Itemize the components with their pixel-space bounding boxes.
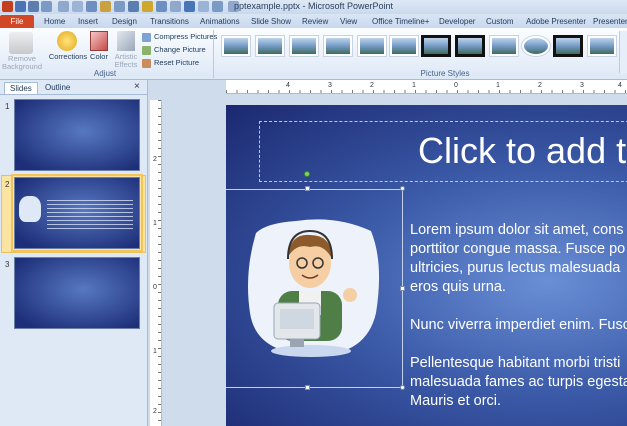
rotation-handle[interactable] — [304, 171, 310, 177]
ruler-number: 1 — [496, 82, 500, 89]
ruler-number: 0 — [454, 82, 458, 89]
slides-pane: Slides Outline × 1 2 3 — [0, 80, 148, 426]
gallery-scroll[interactable] — [619, 31, 627, 73]
tab-adobe-presenter[interactable]: Adobe Presenter — [526, 15, 586, 28]
picture-style-soft-edge[interactable] — [255, 35, 285, 57]
ruler-number: 0 — [153, 284, 157, 291]
picture-style-oval[interactable] — [521, 35, 551, 57]
color-icon — [90, 31, 108, 51]
body-line[interactable]: Pellentesque habitant morbi tristi — [410, 354, 620, 373]
body-line[interactable]: porttitor congue massa. Fusce po — [410, 240, 625, 259]
tab-custom[interactable]: Custom — [486, 15, 514, 28]
artistic-effects-icon — [117, 31, 135, 51]
ruler-number: 1 — [153, 220, 157, 227]
body-line[interactable]: malesuada fames ac turpis egesta — [410, 373, 627, 392]
resize-handle[interactable] — [305, 186, 310, 191]
remove-background-button[interactable]: Remove Background — [1, 55, 43, 71]
resize-handle[interactable] — [400, 186, 405, 191]
ruler-number: 3 — [580, 82, 584, 89]
tab-insert[interactable]: Insert — [78, 15, 98, 28]
ruler-number: 4 — [618, 82, 622, 89]
picture-selection-frame — [226, 189, 403, 388]
remove-background-icon — [9, 32, 33, 54]
window-title: pptexample.pptx - Microsoft PowerPoint — [233, 1, 394, 11]
slide-thumbnail-2[interactable] — [11, 174, 143, 252]
tab-transitions[interactable]: Transitions — [150, 15, 189, 28]
change-picture-icon — [142, 45, 151, 55]
title-placeholder[interactable]: Click to add ti — [259, 121, 627, 182]
ruler-number: 3 — [328, 82, 332, 89]
pane-divider — [0, 94, 148, 95]
picture-style-moderate-frame[interactable] — [587, 35, 617, 57]
reset-picture-button[interactable]: Reset Picture — [142, 57, 199, 68]
tab-office-timeline[interactable]: Office Timeline+ — [372, 15, 429, 28]
slide-title[interactable]: Click to add ti — [418, 130, 627, 172]
ruler-number: 2 — [153, 408, 157, 415]
slide-thumbnail-3[interactable] — [14, 257, 140, 329]
title-bar: pptexample.pptx - Microsoft PowerPoint — [0, 0, 627, 14]
thumbnail-picture — [19, 196, 41, 222]
picture-style-rotated[interactable] — [357, 35, 387, 57]
resize-handle[interactable] — [305, 385, 310, 390]
tab-developer[interactable]: Developer — [439, 15, 475, 28]
compress-pictures-button[interactable]: Compress Pictures — [142, 31, 217, 42]
picture-style-shadow[interactable] — [289, 35, 319, 57]
corrections-icon — [57, 31, 77, 51]
ribbon-tabs: File Home Insert Design Transitions Anim… — [0, 14, 627, 28]
vertical-ruler: 2 1 0 1 2 — [150, 100, 162, 426]
ruler-number: 4 — [286, 82, 290, 89]
body-line[interactable]: Lorem ipsum dolor sit amet, cons — [410, 221, 624, 240]
slide-number: 1 — [5, 102, 10, 111]
change-picture-button[interactable]: Change Picture — [142, 44, 206, 55]
picture-styles-group-label: Picture Styles — [420, 69, 470, 78]
ruler-ticks — [226, 90, 627, 93]
tab-design[interactable]: Design — [112, 15, 137, 28]
slide-number: 2 — [5, 180, 10, 189]
resize-handle[interactable] — [400, 385, 405, 390]
picture-style-metal[interactable] — [489, 35, 519, 57]
resize-handle[interactable] — [400, 286, 405, 291]
slide-thumbnail-1[interactable] — [14, 99, 140, 171]
ruler-number: 2 — [370, 82, 374, 89]
corrections-button[interactable]: Corrections — [48, 53, 88, 61]
reset-picture-icon — [142, 58, 151, 68]
group-separator — [213, 30, 214, 78]
picture-style-bevel-black[interactable] — [553, 35, 583, 57]
slide-number: 3 — [5, 260, 10, 269]
tab-outline[interactable]: Outline — [40, 82, 75, 94]
body-line[interactable]: Nunc viverra imperdiet enim. Fusc — [410, 316, 627, 335]
ruler-number: 1 — [412, 82, 416, 89]
ruler-number: 1 — [153, 348, 157, 355]
ruler-ticks — [158, 100, 161, 426]
artistic-effects-button[interactable]: Artistic Effects — [110, 53, 142, 69]
tab-presenterme[interactable]: PresenterMe — [593, 15, 627, 28]
ruler-number: 2 — [538, 82, 542, 89]
ribbon: Remove Background Corrections Color Arti… — [0, 28, 627, 80]
body-line[interactable]: eros quis urna. — [410, 278, 506, 297]
picture-style-simple-frame[interactable] — [221, 35, 251, 57]
adjust-group-label: Adjust — [93, 69, 117, 78]
close-pane-icon[interactable]: × — [134, 81, 140, 92]
picture-style-black-frame[interactable] — [421, 35, 451, 57]
body-line[interactable]: Mauris et orci. — [410, 392, 501, 411]
tab-file[interactable]: File — [0, 15, 34, 28]
tab-slides[interactable]: Slides — [4, 82, 38, 94]
body-line[interactable]: ultricies, purus lectus malesuada — [410, 259, 620, 278]
tab-review[interactable]: Review — [302, 15, 328, 28]
compress-pictures-icon — [142, 32, 151, 42]
picture-style-reflected[interactable] — [323, 35, 353, 57]
horizontal-ruler: 4 3 2 1 0 1 2 3 4 — [226, 80, 627, 94]
tab-animations[interactable]: Animations — [200, 15, 240, 28]
color-button[interactable]: Color — [86, 53, 112, 61]
picture-style-soft-oval[interactable] — [389, 35, 419, 57]
tab-slide-show[interactable]: Slide Show — [251, 15, 291, 28]
picture-style-thick-black[interactable] — [455, 35, 485, 57]
thumbnail-text — [47, 200, 133, 230]
slide-canvas[interactable]: Click to add ti Lorem ipsum dolor sit am… — [226, 105, 627, 426]
tab-view[interactable]: View — [340, 15, 357, 28]
ruler-number: 2 — [153, 156, 157, 163]
tab-home[interactable]: Home — [44, 15, 65, 28]
